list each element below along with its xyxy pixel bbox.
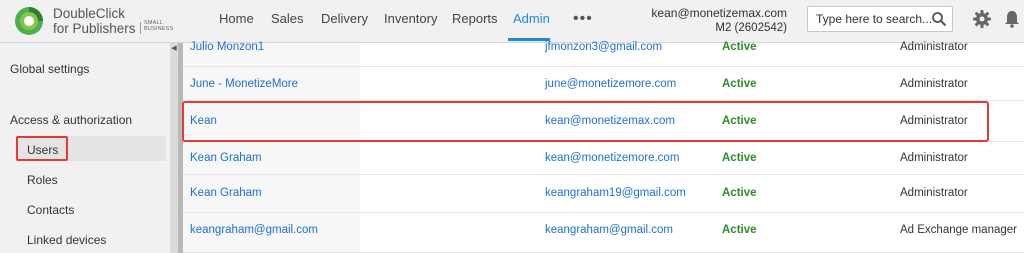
user-email[interactable]: kean@monetizemore.com [545,152,679,164]
table-row: Julio Monzon1 jfmonzon3@gmail.com Active… [183,41,1024,67]
user-name-link[interactable]: Kean Graham [190,187,262,199]
bell-icon[interactable] [1002,9,1022,29]
nav-delivery[interactable]: Delivery [321,0,368,42]
kean-row-annotation-box [182,101,989,142]
sidebar-collapse-bar[interactable] [170,43,178,253]
user-status: Active [722,152,757,164]
user-email[interactable]: june@monetizemore.com [545,78,676,90]
table-row: June - MonetizeMore june@monetizemore.co… [183,67,1024,101]
table-row: Kean Graham kean@monetizemore.com Active… [183,142,1024,175]
user-status: Active [722,41,757,53]
brand-divider [140,22,141,34]
user-email[interactable]: jfmonzon3@gmail.com [545,41,662,53]
user-role: Administrator [900,152,968,164]
user-email[interactable]: keangraham@gmail.com [545,224,673,236]
table-row: keangraham@gmail.com keangraham@gmail.co… [183,213,1024,253]
brand-subname: for Publishers [53,21,136,36]
doubleclick-logo-icon[interactable] [14,6,44,36]
nav-home[interactable]: Home [219,0,254,42]
sidebar-item-linked-devices[interactable]: Linked devices [27,233,106,247]
account-network: M2 (2602542) [715,22,787,34]
brand-name: DoubleClick [53,6,126,21]
user-role: Administrator [900,41,968,53]
chevron-left-icon[interactable]: ◀ [170,43,178,55]
user-name-link[interactable]: June - MonetizeMore [190,78,298,90]
user-name-link[interactable]: keangraham@gmail.com [190,224,318,236]
sidebar-global-settings[interactable]: Global settings [10,62,89,76]
sidebar-item-roles[interactable]: Roles [27,173,58,187]
user-name-link[interactable]: Julio Monzon1 [190,41,264,53]
users-annotation-box [16,136,68,161]
gear-icon[interactable] [972,9,992,29]
user-role: Administrator [900,78,968,90]
user-status: Active [722,224,757,236]
nav-admin[interactable]: Admin [513,0,550,42]
nav-inventory[interactable]: Inventory [384,0,437,42]
top-header: DoubleClick for Publishers SMALL BUSINES… [0,0,1024,43]
user-status: Active [722,187,757,199]
search-input[interactable] [808,7,934,31]
account-email[interactable]: kean@monetizemax.com [651,6,787,20]
nav-reports[interactable]: Reports [452,0,498,42]
table-row: Kean Graham keangraham19@gmail.com Activ… [183,175,1024,213]
nav-sales[interactable]: Sales [271,0,304,42]
more-menu-button[interactable]: ••• [573,0,593,38]
search-box [807,6,953,32]
nav-active-indicator [508,38,550,41]
brand-edition: SMALL BUSINESS [144,20,174,32]
search-icon[interactable] [931,11,947,27]
user-email[interactable]: keangraham19@gmail.com [545,187,686,199]
user-status: Active [722,78,757,90]
user-name-link[interactable]: Kean Graham [190,152,262,164]
user-role: Administrator [900,187,968,199]
sidebar-item-contacts[interactable]: Contacts [27,203,74,217]
sidebar-section-title[interactable]: Access & authorization [10,113,132,127]
user-role: Ad Exchange manager [900,224,1017,236]
